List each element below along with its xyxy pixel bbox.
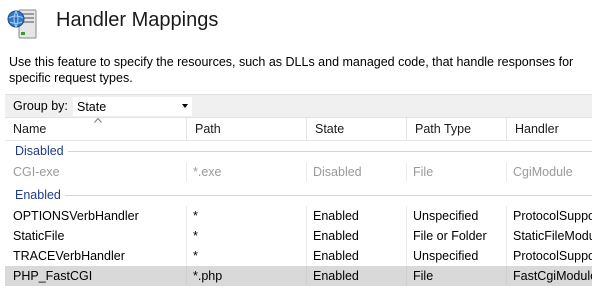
column-header-path-type[interactable]: Path Type <box>407 118 507 141</box>
cell-path-type: Unspecified <box>413 209 479 223</box>
column-divider <box>506 246 507 266</box>
column-header-label: Handler <box>515 122 559 136</box>
column-divider <box>306 162 307 182</box>
group-divider <box>65 151 592 152</box>
cell-state: Disabled <box>313 165 362 179</box>
cell-path: *.exe <box>193 165 222 179</box>
column-divider <box>406 266 407 286</box>
cell-path-type: File or Folder <box>413 229 487 243</box>
column-header-label: Name <box>13 122 47 136</box>
column-divider <box>406 162 407 182</box>
cell-state: Enabled <box>313 229 359 243</box>
cell-path-type: File <box>413 269 434 283</box>
group-label: Disabled <box>15 144 68 158</box>
chevron-down-icon[interactable] <box>182 104 188 108</box>
column-divider <box>506 162 507 182</box>
table-header: Name Path State Path Type Handler <box>5 118 592 141</box>
table-row[interactable]: StaticFile * Enabled File or Folder Stat… <box>5 226 592 246</box>
table-row[interactable]: CGI-exe *.exe Disabled File CgiModule <box>5 162 592 182</box>
table-row[interactable]: TRACEVerbHandler * Enabled Unspecified P… <box>5 246 592 266</box>
page-title: Handler Mappings <box>56 9 219 31</box>
cell-handler: StaticFileModule <box>513 229 592 243</box>
group-by-toolbar: Group by: State <box>5 94 592 118</box>
cell-path-type: Unspecified <box>413 249 479 263</box>
column-header-label: Path Type <box>415 122 472 136</box>
cell-state: Enabled <box>313 209 359 223</box>
column-divider <box>406 226 407 246</box>
group-by-select[interactable]: State <box>73 97 192 116</box>
group-label: Enabled <box>15 188 65 202</box>
cell-name: CGI-exe <box>13 165 60 179</box>
column-divider <box>406 206 407 226</box>
column-header-name[interactable]: Name <box>5 118 187 141</box>
group-header-disabled[interactable]: Disabled <box>5 142 592 162</box>
cell-handler: CgiModule <box>513 165 573 179</box>
column-divider <box>306 246 307 266</box>
column-divider <box>186 162 187 182</box>
group-header-enabled[interactable]: Enabled <box>5 186 592 206</box>
cell-path: * <box>193 209 198 223</box>
page-header: Handler Mappings <box>0 0 592 48</box>
group-by-label: Group by: <box>13 99 68 113</box>
table-row[interactable]: PHP_FastCGI *.php Enabled File FastCgiMo… <box>5 266 592 286</box>
cell-name: TRACEVerbHandler <box>13 249 125 263</box>
group-divider <box>65 195 592 196</box>
column-divider <box>186 206 187 226</box>
group-by-selected-value: State <box>77 100 107 114</box>
cell-state: Enabled <box>313 249 359 263</box>
column-header-label: State <box>315 122 345 136</box>
column-divider <box>186 246 187 266</box>
column-divider <box>306 206 307 226</box>
column-divider <box>186 266 187 286</box>
cell-name: StaticFile <box>13 229 65 243</box>
column-divider <box>406 246 407 266</box>
cell-name: OPTIONSVerbHandler <box>13 209 139 223</box>
cell-path: * <box>193 249 198 263</box>
column-header-handler[interactable]: Handler <box>507 118 592 141</box>
column-divider <box>506 226 507 246</box>
table-row[interactable]: OPTIONSVerbHandler * Enabled Unspecified… <box>5 206 592 226</box>
column-divider <box>306 226 307 246</box>
cell-handler: FastCgiModule <box>513 269 592 283</box>
column-divider <box>306 266 307 286</box>
column-header-label: Path <box>195 122 221 136</box>
feature-description: Use this feature to specify the resource… <box>9 55 574 85</box>
cell-state: Enabled <box>313 269 359 283</box>
cell-path: * <box>193 229 198 243</box>
cell-name: PHP_FastCGI <box>13 269 93 283</box>
column-divider <box>186 226 187 246</box>
cell-handler: ProtocolSupportModule <box>513 209 592 223</box>
cell-path-type: File <box>413 165 434 179</box>
column-header-state[interactable]: State <box>307 118 407 141</box>
column-divider <box>506 206 507 226</box>
column-header-path[interactable]: Path <box>187 118 307 141</box>
cell-handler: ProtocolSupportModule <box>513 249 592 263</box>
handler-mappings-icon <box>4 6 40 42</box>
sort-ascending-icon <box>94 118 102 123</box>
cell-path: *.php <box>193 269 223 283</box>
column-divider <box>506 266 507 286</box>
